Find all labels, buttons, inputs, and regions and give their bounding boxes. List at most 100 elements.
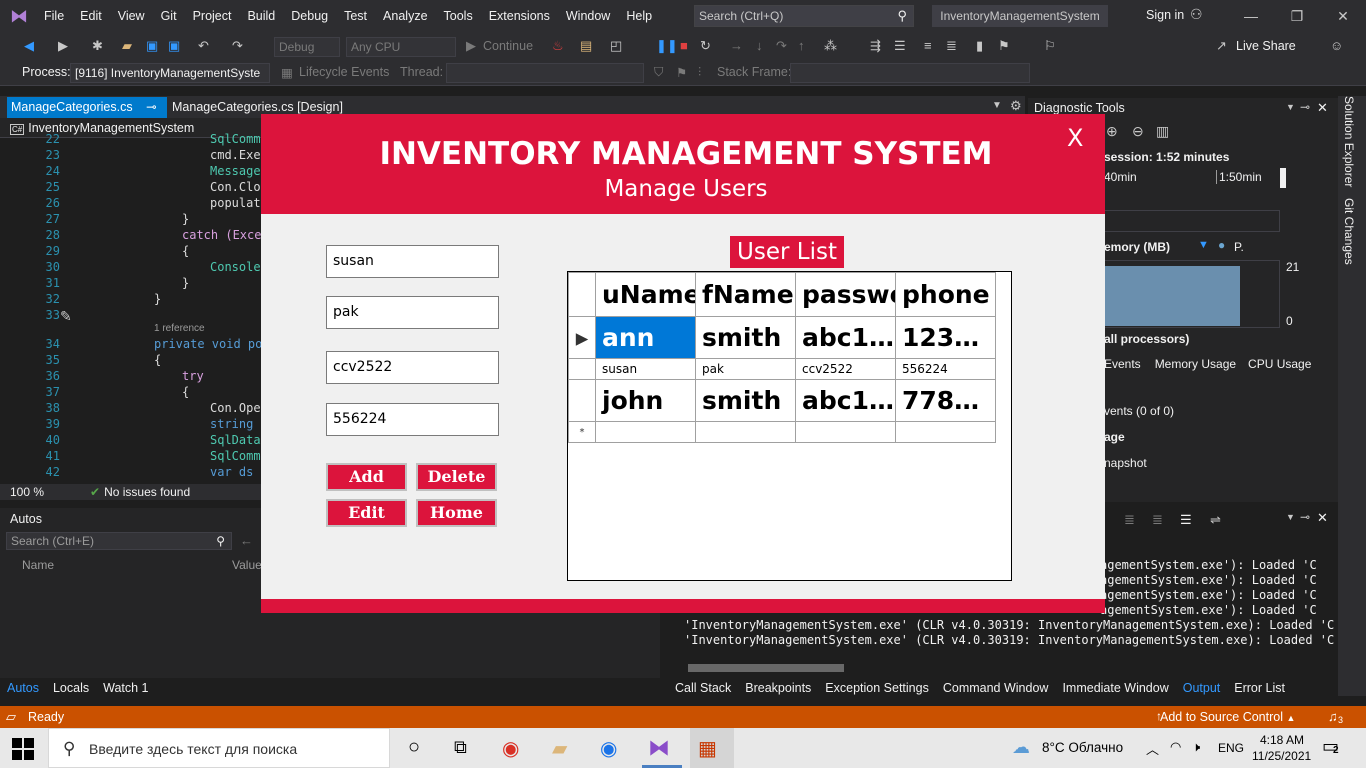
notifications-icon[interactable]: ♫ (1328, 709, 1338, 724)
edit-button[interactable]: Edit (326, 499, 407, 527)
username-field[interactable]: susan (326, 245, 499, 278)
network-icon[interactable]: ◠ (1170, 739, 1181, 755)
tab-locals[interactable]: Locals (46, 678, 96, 698)
hot-reload-icon[interactable]: ♨ (552, 38, 564, 54)
table-row[interactable]: ▸ ann smith abc1… 123… (568, 316, 996, 359)
taskbar-search-input[interactable]: ⚲ Введите здесь текст для поиска (48, 728, 390, 768)
add-button[interactable]: Add (326, 463, 407, 491)
cortana-icon[interactable]: ○ (408, 736, 420, 759)
output-prev-icon[interactable]: ≣ (1152, 512, 1163, 528)
live-share-button[interactable]: Live Share (1236, 39, 1296, 53)
configuration-select[interactable]: Debug (274, 37, 340, 57)
menu-tools[interactable]: Tools (436, 0, 481, 32)
tab-memory-usage[interactable]: Memory Usage (1155, 357, 1236, 371)
delete-button[interactable]: Delete (416, 463, 497, 491)
save-icon[interactable]: ▣ (146, 38, 158, 54)
tab-command-window[interactable]: Command Window (936, 678, 1056, 698)
table-cell[interactable]: abc1… (795, 379, 896, 422)
tab-output[interactable]: Output (1176, 678, 1228, 698)
clock-date[interactable]: 11/25/2021 (1252, 749, 1311, 763)
reset-zoom-icon[interactable]: ▥ (1156, 123, 1169, 140)
pin-output-icon[interactable]: ⊸ (1300, 510, 1310, 524)
add-to-source-control-button[interactable]: Add to Source Control ▲ (1160, 710, 1295, 724)
chrome-icon[interactable]: ◉ (502, 736, 519, 761)
menu-edit[interactable]: Edit (72, 0, 110, 32)
password-field[interactable]: ccv2522 (326, 351, 499, 384)
home-button[interactable]: Home (416, 499, 497, 527)
threads-icon[interactable]: ⇶ (870, 38, 881, 54)
zoom-level[interactable]: 100 % (0, 484, 70, 500)
table-cell[interactable]: ccv2522 (795, 358, 896, 380)
table-row[interactable]: john smith abc1… 778… (568, 379, 996, 422)
tab-watch-1[interactable]: Watch 1 (96, 678, 155, 698)
column-header[interactable]: fName (695, 272, 796, 317)
task-view-icon[interactable]: ⧉ (454, 737, 467, 758)
browser-link-icon[interactable]: ◰ (610, 38, 622, 54)
tab-error-list[interactable]: Error List (1227, 678, 1292, 698)
volume-icon[interactable]: 🕨 (1192, 739, 1200, 755)
windows-start-icon[interactable] (12, 738, 34, 760)
hex-display-icon[interactable]: ⁂ (824, 38, 837, 54)
timeline-cursor[interactable] (1280, 168, 1286, 188)
word-wrap-icon[interactable]: ⇌ (1210, 512, 1221, 528)
clock-time[interactable]: 4:18 AM (1260, 733, 1304, 747)
table-cell[interactable]: ann (595, 316, 696, 359)
table-cell[interactable]: 556224 (895, 358, 996, 380)
new-project-icon[interactable]: ✱ (92, 38, 103, 54)
visual-studio-logo-icon[interactable]: ⧓ (10, 6, 32, 26)
step-out-icon[interactable]: ↑ (798, 38, 805, 53)
close-output-icon[interactable]: ✕ (1317, 510, 1328, 526)
table-row[interactable]: susan pak ccv2522 556224 (568, 358, 996, 380)
tab-cpu-usage[interactable]: CPU Usage (1248, 357, 1311, 371)
tab-exception-settings[interactable]: Exception Settings (818, 678, 936, 698)
save-all-icon[interactable]: ▣ (168, 38, 180, 54)
lifecycle-events-icon[interactable]: ▦ (281, 65, 293, 80)
codelens-reference[interactable]: 1 reference (154, 323, 205, 334)
settings-icon[interactable]: ⚙ (1010, 98, 1022, 114)
menu-debug[interactable]: Debug (283, 0, 336, 32)
comment-icon[interactable]: ≡ (924, 38, 932, 53)
tab-immediate-window[interactable]: Immediate Window (1055, 678, 1175, 698)
process-select[interactable]: [9116] InventoryManagementSyste (70, 63, 270, 83)
menu-view[interactable]: View (110, 0, 153, 32)
output-clear-icon[interactable]: ≣ (1124, 512, 1135, 528)
new-row[interactable]: * (568, 421, 996, 443)
fullname-field[interactable]: pak (326, 296, 499, 329)
outline-icon[interactable]: ☰ (894, 38, 906, 54)
output-horizontal-scrollbar[interactable] (688, 664, 844, 672)
table-cell[interactable]: 123… (895, 316, 996, 359)
thread-select[interactable] (446, 63, 644, 83)
table-cell[interactable]: abc1… (795, 316, 896, 359)
bookmark-prev-icon[interactable]: ⚑ (998, 38, 1010, 54)
platform-select[interactable]: Any CPU (346, 37, 456, 57)
file-explorer-icon[interactable]: ▰ (552, 736, 567, 761)
take-snapshot-link[interactable]: napshot (1104, 456, 1147, 470)
close-window-icon[interactable]: ✕ (1330, 6, 1356, 26)
forward-icon[interactable]: ▶ (58, 38, 68, 54)
bookmark-icon[interactable]: ▮ (976, 38, 983, 54)
lifecycle-events-button[interactable]: Lifecycle Events (299, 65, 389, 79)
menu-build[interactable]: Build (239, 0, 283, 32)
panel-menu-icon[interactable]: ▼ (1286, 102, 1295, 112)
table-cell[interactable]: john (595, 379, 696, 422)
stack-frame-select[interactable] (790, 63, 1030, 83)
visual-studio-taskbar-icon[interactable]: ⧓ (648, 735, 670, 761)
live-share-icon[interactable]: ↗ (1216, 38, 1227, 54)
column-value[interactable]: Value (232, 558, 262, 572)
menu-analyze[interactable]: Analyze (375, 0, 435, 32)
row-header[interactable] (568, 379, 596, 422)
feedback-icon[interactable]: ☺ (1330, 38, 1343, 53)
flag-icon[interactable]: ⚑ (676, 65, 687, 80)
phone-field[interactable]: 556224 (326, 403, 499, 436)
table-cell[interactable]: smith (695, 316, 796, 359)
tab-events[interactable]: Events (1104, 357, 1141, 371)
tab-call-stack[interactable]: Call Stack (668, 678, 738, 698)
new-row-cell[interactable] (695, 421, 796, 443)
pin-icon[interactable]: ⊸ (146, 100, 156, 114)
search-input[interactable]: Search (Ctrl+Q) ⚲ (694, 5, 914, 27)
pin-panel-icon[interactable]: ⊸ (1300, 100, 1310, 114)
menu-project[interactable]: Project (185, 0, 240, 32)
sign-in-link[interactable]: Sign in (1146, 8, 1184, 22)
chrome-second-icon[interactable]: ◉ (600, 736, 617, 761)
restore-icon[interactable]: ❐ (1284, 6, 1310, 26)
